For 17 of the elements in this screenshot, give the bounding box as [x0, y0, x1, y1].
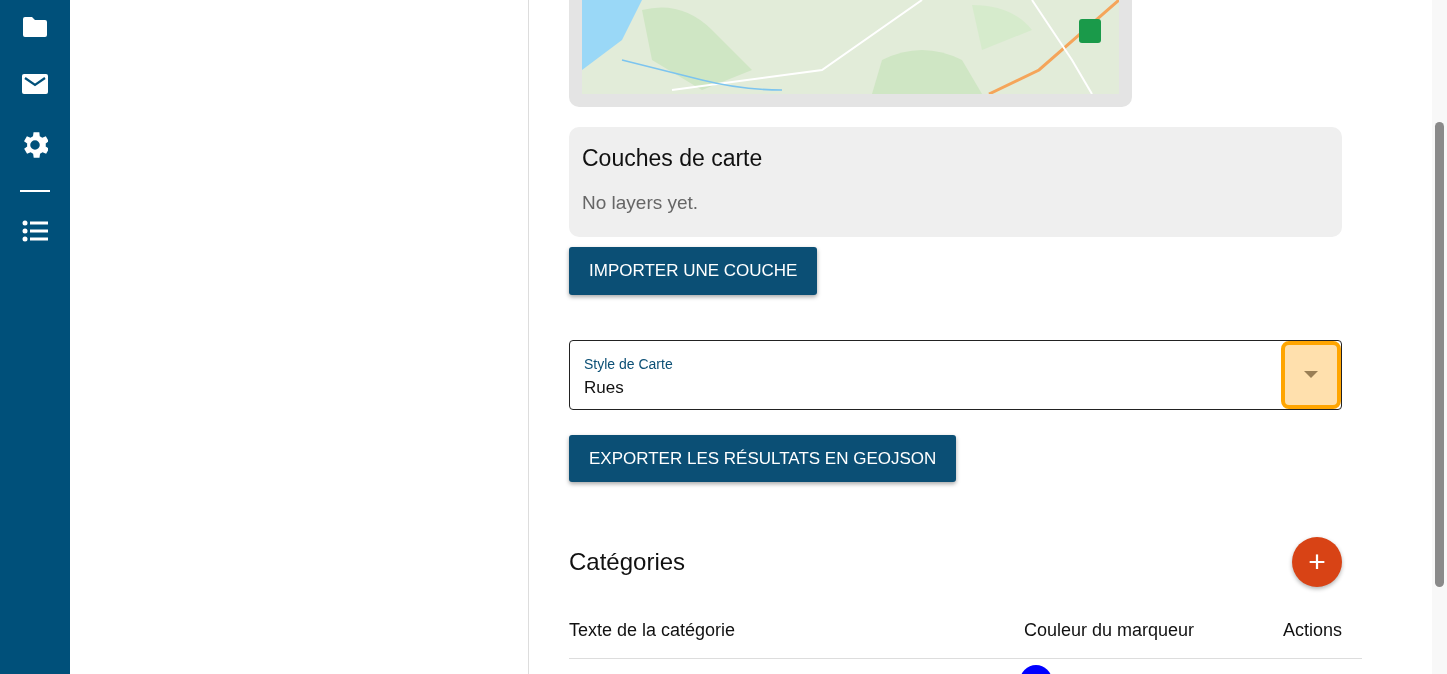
import-button[interactable]: IMPORTER UNE COUCHE: [569, 247, 818, 295]
mail-icon[interactable]: [22, 74, 48, 94]
scrollbar[interactable]: [1432, 0, 1447, 674]
list-icon[interactable]: [22, 220, 48, 242]
folder-icon[interactable]: [22, 16, 48, 38]
select-field[interactable]: Style de Carte Rues: [569, 339, 1342, 410]
empty-message: No layers yet.: [582, 190, 700, 215]
column-header: Actions: [1282, 619, 1342, 643]
panel-title: Couches de carte: [582, 145, 764, 173]
field-value: Rues: [584, 376, 625, 399]
section-title: Catégories: [569, 547, 686, 577]
settings-icon[interactable]: [22, 132, 48, 158]
export-button[interactable]: EXPORTER LES RÉSULTATS EN GEOJSON: [569, 434, 957, 483]
column-header: Couleur du marqueur: [1024, 619, 1195, 643]
add-button[interactable]: +: [1292, 537, 1342, 588]
column-header: Texte de la catégorie: [569, 619, 736, 643]
field-label: Style de Carte: [584, 354, 673, 374]
